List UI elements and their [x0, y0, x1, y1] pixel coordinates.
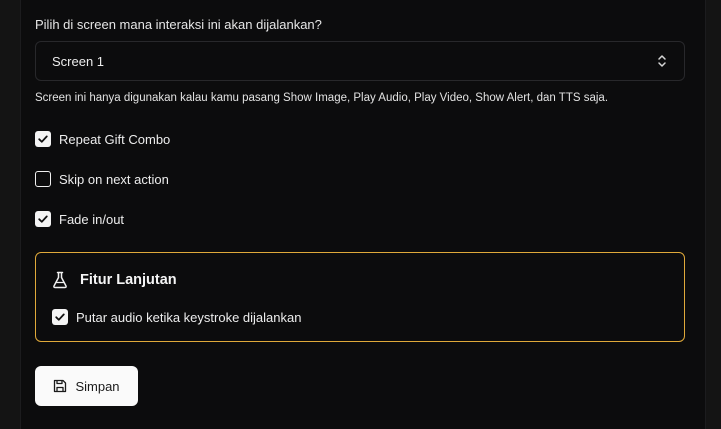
skip-next-action-checkbox[interactable]	[35, 171, 51, 187]
advanced-features-heading: Fitur Lanjutan	[52, 271, 177, 289]
fade-in-out-checkbox[interactable]	[35, 211, 51, 227]
skip-next-action-label: Skip on next action	[59, 171, 169, 187]
screen-select[interactable]: Screen 1	[35, 41, 685, 81]
advanced-features-box: Fitur Lanjutan Putar audio ketika keystr…	[35, 252, 685, 342]
check-icon	[38, 215, 48, 223]
screen-select-value: Screen 1	[52, 53, 105, 69]
check-icon	[55, 313, 65, 321]
repeat-gift-combo-option[interactable]: Repeat Gift Combo	[35, 131, 170, 147]
screen-question-label: Pilih di screen mana interaksi ini akan …	[35, 17, 322, 32]
save-icon	[54, 379, 67, 393]
play-audio-keystroke-label: Putar audio ketika keystroke dijalankan	[76, 309, 302, 325]
skip-next-action-option[interactable]: Skip on next action	[35, 171, 169, 187]
screen-hint: Screen ini hanya digunakan kalau kamu pa…	[35, 92, 609, 104]
flask-icon	[53, 271, 67, 289]
chevrons-up-down-icon	[658, 55, 666, 67]
repeat-gift-combo-label: Repeat Gift Combo	[59, 131, 171, 147]
repeat-gift-combo-checkbox[interactable]	[35, 131, 51, 147]
play-audio-keystroke-option[interactable]: Putar audio ketika keystroke dijalankan	[52, 309, 301, 325]
fade-in-out-label: Fade in/out	[59, 211, 125, 227]
fade-in-out-option[interactable]: Fade in/out	[35, 211, 124, 227]
advanced-features-title: Fitur Lanjutan	[80, 272, 177, 288]
save-button-label: Simpan	[75, 378, 120, 394]
play-audio-keystroke-checkbox[interactable]	[52, 309, 68, 325]
save-button[interactable]: Simpan	[35, 366, 138, 406]
check-icon	[38, 135, 48, 143]
